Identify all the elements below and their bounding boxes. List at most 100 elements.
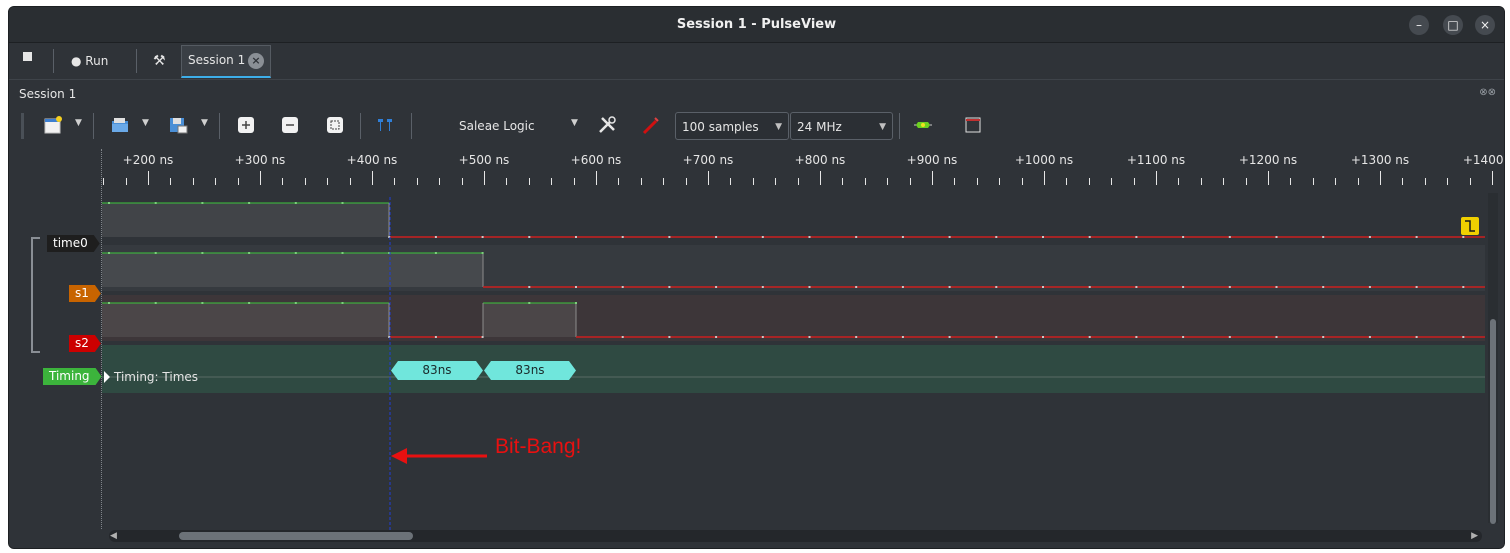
- sample-dot: [808, 286, 811, 288]
- open-file-icon[interactable]: [110, 115, 130, 135]
- chevron-down-icon[interactable]: ▼: [75, 118, 82, 128]
- vertical-scrollbar[interactable]: [1488, 193, 1498, 524]
- window-title: Session 1 - PulseView: [676, 17, 837, 32]
- sample-dot: [761, 236, 764, 238]
- sample-dot: [1042, 336, 1044, 338]
- stop-icon[interactable]: [23, 52, 32, 61]
- separator: [53, 49, 54, 73]
- sample-dot: [1088, 236, 1091, 238]
- decoder-annotation[interactable]: 83ns: [391, 361, 483, 380]
- chevron-down-icon[interactable]: ▼: [571, 118, 578, 128]
- separator: [219, 113, 220, 139]
- toolbar-grip: [21, 113, 24, 139]
- scroll-left-icon[interactable]: ◀: [110, 531, 117, 541]
- math-icon[interactable]: [963, 115, 983, 135]
- high-fill: [102, 203, 389, 237]
- zoom-in-icon[interactable]: [236, 115, 256, 135]
- close-window-button[interactable]: ×: [1475, 15, 1495, 35]
- sample-dot: [1415, 236, 1418, 238]
- save-icon[interactable]: [168, 115, 188, 135]
- sample-dot: [855, 336, 858, 338]
- bit-bang-annotation: Bit-Bang!: [495, 435, 582, 458]
- sample-dot: [1228, 286, 1231, 288]
- sample-dot: [1182, 286, 1185, 288]
- sample-dot: [434, 236, 437, 238]
- sample-dot: [1135, 336, 1138, 338]
- sample-dot: [201, 202, 204, 204]
- sample-dot: [1228, 236, 1231, 238]
- sample-dot: [995, 286, 998, 288]
- samplerate-select[interactable]: 24 MHz ▼: [790, 112, 893, 140]
- sample-dot: [108, 252, 110, 254]
- minimize-button[interactable]: –: [1409, 15, 1429, 35]
- sample-dot: [1275, 236, 1278, 238]
- decoder-icon[interactable]: [913, 115, 933, 135]
- zoom-out-icon[interactable]: [280, 115, 300, 135]
- sample-dot: [948, 236, 951, 238]
- sample-dot: [715, 286, 718, 288]
- chevron-down-icon: ▼: [879, 122, 886, 132]
- sample-dot: [715, 236, 718, 238]
- sample-dot: [248, 252, 251, 254]
- sample-dot: [154, 302, 157, 304]
- sample-dot: [108, 202, 110, 204]
- separator: [899, 113, 900, 139]
- sample-dot: [201, 252, 204, 254]
- cursor-icon[interactable]: [375, 115, 395, 135]
- device-selector[interactable]: Saleae Logic: [459, 112, 535, 140]
- sample-dot: [1368, 286, 1371, 288]
- sample-dot: [1135, 236, 1138, 238]
- title-bar: Session 1 - PulseView – □ ×: [9, 7, 1504, 43]
- lane-bg-timing: [102, 345, 1485, 393]
- run-button[interactable]: ● Run: [71, 50, 108, 72]
- sample-count-select[interactable]: 100 samples ▼: [675, 112, 789, 140]
- sample-dot: [1462, 286, 1465, 288]
- sample-dot: [341, 202, 344, 204]
- sample-dot: [154, 202, 157, 204]
- high-fill: [102, 303, 389, 337]
- close-icon[interactable]: ×: [248, 53, 264, 69]
- scroll-thumb[interactable]: [1490, 319, 1496, 524]
- sample-dot: [528, 302, 531, 304]
- sample-dot: [1042, 286, 1044, 288]
- sample-dot: [668, 236, 671, 238]
- sample-dot: [621, 286, 624, 288]
- sample-dot: [1228, 336, 1231, 338]
- sample-dot: [434, 252, 437, 254]
- maximize-button[interactable]: □: [1443, 15, 1463, 35]
- sample-dot: [1182, 236, 1185, 238]
- sample-dot: [761, 286, 764, 288]
- probe-icon[interactable]: [641, 115, 661, 135]
- tab-session-1[interactable]: Session 1 ×: [181, 45, 271, 78]
- wrench-icon[interactable]: ⚒: [153, 50, 166, 72]
- scroll-right-icon[interactable]: ▶: [1471, 531, 1478, 541]
- device-config-icon[interactable]: [597, 115, 617, 135]
- sample-dot: [761, 336, 764, 338]
- samplerate-value: 24 MHz: [797, 120, 842, 134]
- decoder-row-label: Timing: Times: [114, 370, 199, 384]
- high-fill: [483, 303, 576, 337]
- zoom-fit-icon[interactable]: [325, 115, 345, 135]
- decoder-annotation[interactable]: 83ns: [484, 361, 576, 380]
- separator: [411, 113, 412, 139]
- sample-dot: [1275, 286, 1278, 288]
- trace-view[interactable]: +200 ns +300 ns +400 ns +500 ns +600 ns +700 …: [9, 149, 1504, 548]
- chevron-down-icon: ▼: [775, 122, 782, 132]
- chevron-down-icon[interactable]: ▼: [142, 118, 149, 128]
- new-session-icon[interactable]: [43, 115, 63, 135]
- sample-dot: [621, 336, 624, 338]
- sample-count-value: 100 samples: [682, 120, 759, 134]
- trace-canvas[interactable]: [9, 149, 1504, 549]
- sample-dot: [1462, 336, 1465, 338]
- dock-controls[interactable]: ⊗⊗: [1479, 87, 1496, 98]
- chevron-down-icon[interactable]: ▼: [201, 118, 208, 128]
- sample-dot: [715, 336, 718, 338]
- horizontal-scrollbar[interactable]: [109, 530, 1482, 542]
- sample-dot: [668, 286, 671, 288]
- sample-dot: [201, 302, 204, 304]
- scroll-thumb[interactable]: [179, 532, 413, 540]
- dock-title: Session 1: [19, 87, 77, 101]
- sample-dot: [294, 202, 297, 204]
- sample-dot: [948, 336, 951, 338]
- sample-dot: [1042, 236, 1044, 238]
